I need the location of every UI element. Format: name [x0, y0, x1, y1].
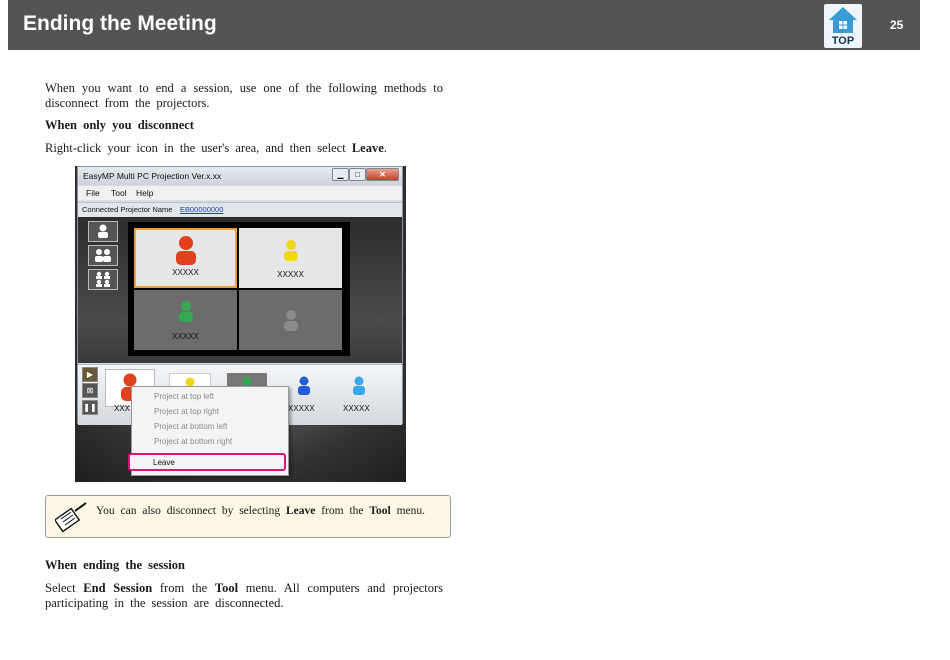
menu-help[interactable]: Help [136, 188, 153, 198]
pause-button[interactable]: ❚❚ [82, 400, 98, 415]
note-text: You can also disconnect by selecting Lea… [96, 505, 432, 517]
play-button[interactable]: ▶ [82, 367, 98, 382]
context-menu-item[interactable]: Project at bottom right [154, 437, 232, 446]
screen-cell-bottom-left[interactable]: XXXXX [134, 290, 237, 350]
cell-user-name: XXXXX [172, 332, 199, 341]
page-number: 25 [890, 18, 904, 32]
close-button[interactable]: ✕ [366, 168, 399, 181]
tray-user-name: XXXXX [288, 404, 315, 413]
cell-user-name: XXXXX [277, 270, 304, 279]
page-header: Ending the Meeting TOP 25 [8, 0, 920, 50]
connection-bar: Connected Projector Name EB00000000 [78, 202, 402, 218]
note-pencil-icon [55, 502, 87, 533]
end-text-part: menu. All computers and projectors [238, 581, 443, 595]
window-title: EasyMP Multi PC Projection Ver.x.xx [83, 171, 222, 181]
four-users-icon [96, 271, 110, 287]
screen-cell-bottom-right[interactable] [239, 290, 342, 350]
minimize-button[interactable]: ▁ [332, 168, 349, 181]
instruction-line: Right-click your icon in the user's area… [45, 141, 443, 157]
end-text-part: from the [152, 581, 215, 595]
home-icon [829, 7, 857, 33]
intro-line-1: When you want to end a session, use one … [45, 81, 443, 95]
note-text-part: from the [315, 505, 370, 517]
end-tool-bold: Tool [214, 581, 239, 595]
note-tool: Tool [369, 505, 391, 517]
user-icon-red [176, 236, 196, 265]
tray-user-name: XXX [114, 404, 131, 413]
instruction-period: . [383, 141, 387, 155]
projection-stage: XXXXX XXXXX XXXXX [78, 217, 402, 363]
note-box: You can also disconnect by selecting Lea… [45, 495, 451, 538]
end-session-bold: End Session [83, 581, 153, 595]
two-users-icon [95, 249, 111, 262]
user-icon-yellow [284, 240, 298, 261]
layout-quad-button[interactable] [88, 269, 118, 290]
connected-projector-label: Connected Projector Name [82, 205, 173, 214]
end-line-1: Select End Session from the Tool menu. A… [45, 581, 443, 597]
instruction-text: Right-click your icon in the user's area… [45, 141, 352, 155]
context-menu-item[interactable]: Project at top right [154, 407, 219, 416]
note-leave: Leave [285, 505, 316, 517]
heading-disconnect: When only you disconnect [45, 118, 194, 132]
menu-file[interactable]: File [86, 188, 100, 198]
tray-user-5[interactable] [339, 373, 379, 399]
cell-user-name: XXXXX [172, 268, 199, 277]
intro-line-2: disconnect from the projectors. [45, 96, 210, 110]
tray-user-4[interactable] [284, 373, 324, 399]
screen-cell-top-left[interactable]: XXXXX [134, 228, 237, 288]
top-label: TOP [831, 35, 855, 47]
screen-cell-top-right[interactable]: XXXXX [239, 228, 342, 288]
single-user-icon [98, 224, 108, 238]
stop-projection-button[interactable]: ⊠ [82, 383, 98, 398]
menu-tool[interactable]: Tool [111, 188, 127, 198]
top-button[interactable]: TOP [824, 4, 862, 48]
note-text-part: menu. [390, 505, 425, 517]
note-text-part: You can also disconnect by selecting [96, 505, 286, 517]
user-icon-green [179, 301, 193, 322]
context-menu-item[interactable]: Project at top left [154, 392, 214, 401]
user-icon-blue [298, 376, 310, 395]
tray-user-name: XXXXX [343, 404, 370, 413]
screenshot-figure: EasyMP Multi PC Projection Ver.x.xx ▁ □ … [75, 166, 406, 482]
user-icon-grey [284, 310, 298, 331]
page-title: Ending the Meeting [23, 12, 217, 35]
heading-end-session: When ending the session [45, 558, 185, 572]
layout-double-button[interactable] [88, 245, 118, 266]
projection-screen: XXXXX XXXXX XXXXX [128, 222, 350, 356]
window-titlebar: EasyMP Multi PC Projection Ver.x.xx ▁ □ … [78, 167, 402, 185]
end-line-2: participating in the session are disconn… [45, 596, 284, 610]
layout-single-button[interactable] [88, 221, 118, 242]
end-text-part: Select [45, 581, 84, 595]
context-leave-label: Leave [153, 458, 175, 467]
maximize-button[interactable]: □ [349, 168, 366, 181]
projector-name-link[interactable]: EB00000000 [180, 205, 223, 214]
menu-bar: File Tool Help [78, 186, 402, 200]
context-menu-leave[interactable]: Leave [128, 453, 286, 471]
context-menu-item[interactable]: Project at bottom left [154, 422, 227, 431]
user-icon-light-blue [353, 376, 365, 395]
instruction-leave: Leave [351, 141, 384, 155]
